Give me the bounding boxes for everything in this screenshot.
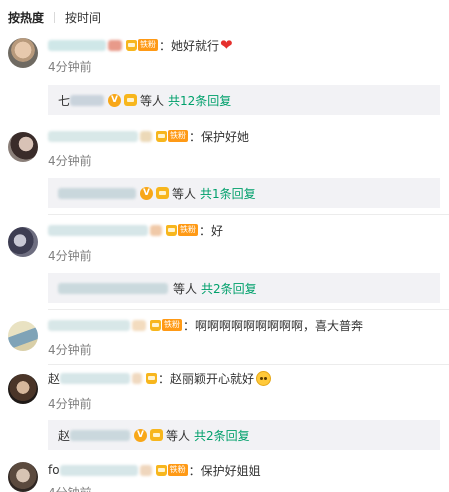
- comment-time: 4分钟前: [48, 249, 92, 263]
- verified-v-icon: V: [134, 428, 148, 442]
- divider: [48, 214, 449, 215]
- username-blurred[interactable]: [48, 224, 148, 236]
- username-prefix[interactable]: 赵: [48, 370, 60, 387]
- reply-count-link[interactable]: 共12条回复: [168, 92, 231, 109]
- crown-icon: [166, 224, 177, 236]
- smile-emoji-icon: [256, 370, 272, 386]
- reply-summary[interactable]: 七 V 等人 共12条回复: [48, 85, 440, 115]
- username-blurred[interactable]: [48, 319, 130, 331]
- reply-user-prefix: 赵: [58, 428, 71, 443]
- username-blurred[interactable]: [48, 39, 106, 51]
- comment-time: 4分钟前: [48, 343, 92, 357]
- reply-etc-label: 等人: [173, 281, 198, 296]
- fan-badge: [146, 372, 158, 385]
- reply-count-link[interactable]: 共2条回复: [201, 280, 257, 297]
- reply-count-link[interactable]: 共2条回复: [194, 427, 250, 444]
- reply-summary[interactable]: 赵 V 等人 共2条回复: [48, 420, 440, 450]
- avatar[interactable]: [8, 132, 38, 162]
- reply-user-blurred: [70, 94, 105, 106]
- crown-icon: [156, 187, 169, 199]
- username-blurred[interactable]: [59, 464, 138, 476]
- username-blurred[interactable]: [139, 464, 152, 476]
- fan-badge-label: 铁粉: [178, 224, 198, 236]
- divider: [48, 309, 449, 310]
- fan-badge: 铁粉: [155, 464, 188, 477]
- sort-by-time-tab[interactable]: 按时间: [65, 9, 101, 26]
- comment-text: ：啊啊啊啊啊啊啊啊啊，喜大普奔: [183, 318, 364, 333]
- comment-time: 4分钟前: [48, 154, 92, 168]
- reply-user-blurred: [58, 187, 136, 199]
- username-blurred[interactable]: [48, 130, 138, 142]
- comment-text: ：保护好姐姐: [188, 463, 261, 478]
- divider: [48, 364, 449, 365]
- sort-bar: 按热度 按时间: [8, 8, 101, 26]
- comment-text: ：保护好她: [189, 129, 250, 144]
- comment-text: ：她好就行: [159, 38, 220, 53]
- username-blurred[interactable]: [140, 130, 152, 142]
- fan-badge: 铁粉: [156, 130, 188, 143]
- avatar[interactable]: [8, 462, 38, 492]
- crown-icon: [155, 464, 167, 476]
- fan-badge: 铁粉: [166, 224, 198, 237]
- avatar[interactable]: [8, 38, 38, 68]
- comment-time: 4分钟前: [48, 60, 92, 74]
- crown-icon: [150, 319, 161, 331]
- fan-badge: 铁粉: [126, 39, 158, 52]
- crown-icon: [126, 39, 137, 51]
- fan-badge-label: 铁粉: [168, 130, 188, 142]
- fan-badge-label: 铁粉: [138, 39, 158, 51]
- username-blurred[interactable]: [60, 372, 131, 384]
- sort-divider: [54, 11, 56, 23]
- reply-user-prefix: 七: [58, 93, 71, 108]
- sort-by-hot-tab[interactable]: 按热度: [8, 9, 44, 26]
- username-blurred[interactable]: [132, 372, 143, 384]
- comment-text: ：好: [199, 223, 224, 238]
- fan-badge-label: 铁粉: [162, 319, 182, 331]
- reply-count-link[interactable]: 共1条回复: [200, 185, 256, 202]
- comment-time: 4分钟前: [48, 484, 92, 492]
- reply-summary[interactable]: V 等人 共1条回复: [48, 178, 440, 208]
- crown-icon: [156, 130, 167, 142]
- username-prefix[interactable]: fo: [48, 463, 60, 477]
- comment-text: ：赵丽颖开心就好: [158, 371, 255, 386]
- verified-v-icon: V: [140, 186, 153, 200]
- avatar[interactable]: [8, 227, 38, 257]
- reply-user-blurred: [70, 429, 131, 441]
- reply-summary[interactable]: 等人 共2条回复: [48, 273, 440, 303]
- crown-icon: [124, 94, 138, 106]
- fan-badge: 铁粉: [150, 319, 182, 332]
- crown-icon: [150, 429, 164, 441]
- reply-etc-label: 等人: [140, 93, 165, 108]
- comment-time: 4分钟前: [48, 397, 92, 411]
- fan-badge-label: 铁粉: [167, 464, 188, 476]
- username-blurred[interactable]: [108, 39, 122, 51]
- avatar[interactable]: [8, 374, 38, 404]
- username-blurred[interactable]: [132, 319, 146, 331]
- reply-user-blurred: [58, 282, 168, 294]
- username-blurred[interactable]: [150, 224, 162, 236]
- reply-etc-label: 等人: [172, 186, 197, 201]
- avatar[interactable]: [8, 321, 38, 351]
- crown-icon: [146, 372, 158, 384]
- heart-icon: ❤: [220, 36, 233, 54]
- reply-etc-label: 等人: [166, 428, 191, 443]
- verified-v-icon: V: [108, 93, 122, 107]
